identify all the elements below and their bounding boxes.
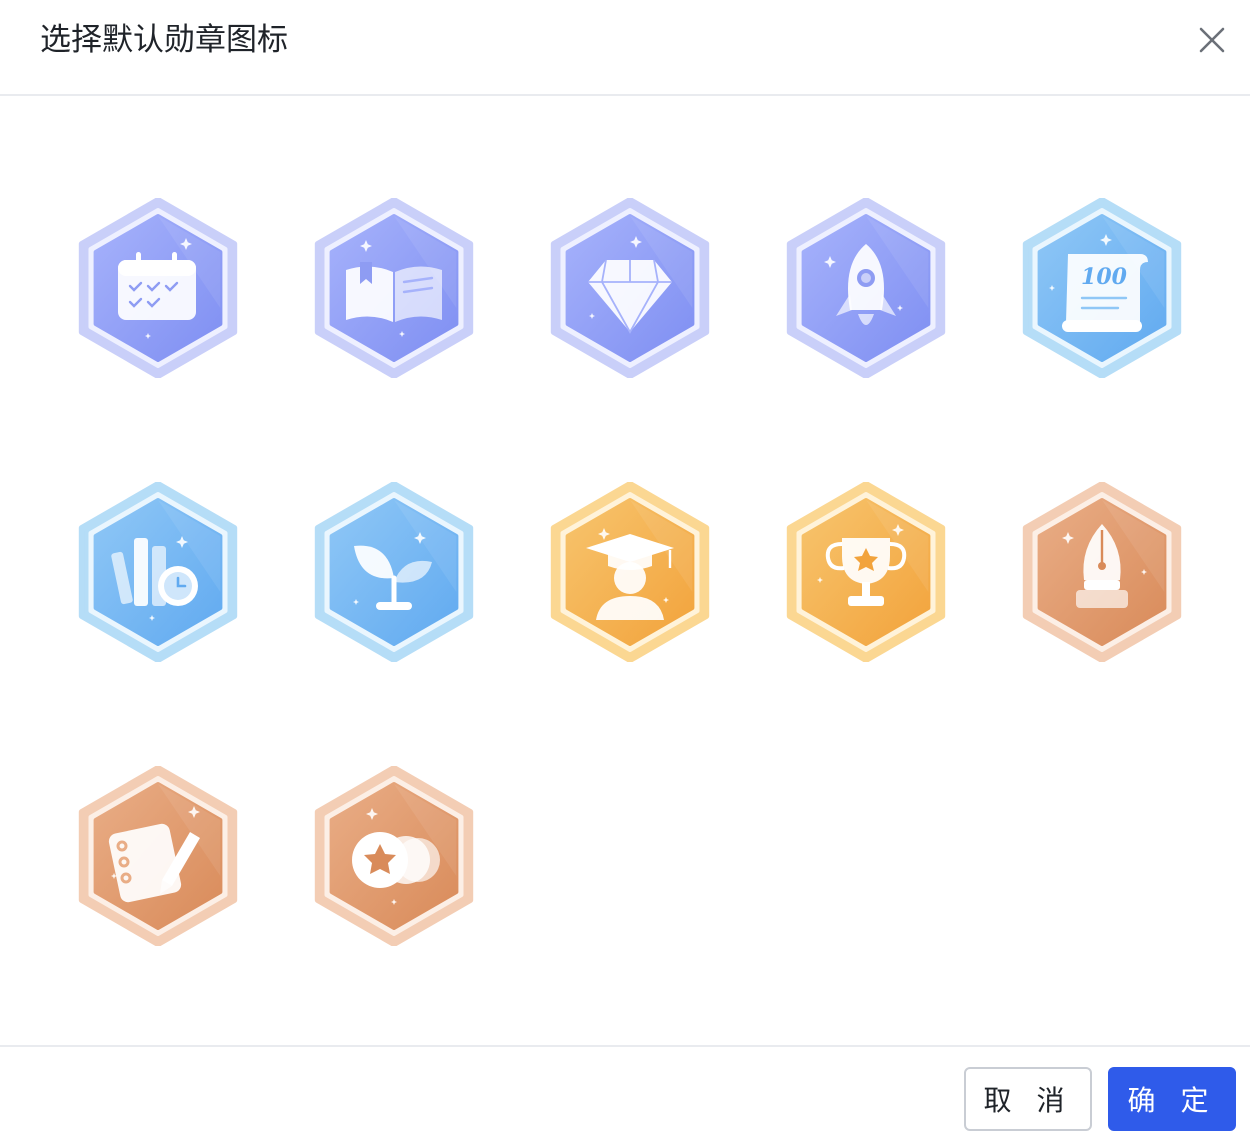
rocket-icon [786,198,946,378]
star-coins-icon [314,766,474,946]
cancel-button[interactable]: 取 消 [964,1067,1092,1131]
sprout-icon [314,482,474,662]
dialog-header: 选择默认勋章图标 [0,0,1250,96]
badge-trophy[interactable] [786,482,946,662]
badge-star-coins[interactable] [314,766,474,946]
scroll-100-icon: 100 [1022,198,1182,378]
badge-picker-dialog: 选择默认勋章图标 100 取 消 确 定 [0,0,1250,1144]
badge-calendar[interactable] [78,198,238,378]
badge-rocket[interactable] [786,198,946,378]
close-button[interactable] [1190,20,1234,60]
badge-scroll-100[interactable]: 100 [1022,198,1182,378]
badge-graduate[interactable] [550,482,710,662]
diamond-icon [550,198,710,378]
badge-sprout[interactable] [314,482,474,662]
books-clock-icon [78,482,238,662]
badge-books-clock[interactable] [78,482,238,662]
badge-notebook-pencil[interactable] [78,766,238,946]
badge-grid: 100 [0,96,1250,1046]
fountain-pen-icon [1022,482,1182,662]
calendar-icon [78,198,238,378]
dialog-title: 选择默认勋章图标 [40,22,288,58]
book-icon [314,198,474,378]
confirm-button[interactable]: 确 定 [1108,1067,1236,1131]
badge-diamond[interactable] [550,198,710,378]
graduate-icon [550,482,710,662]
close-icon [1199,27,1225,53]
badge-fountain-pen[interactable] [1022,482,1182,662]
scroll-100-label: 100 [1081,264,1128,290]
dialog-footer: 取 消 确 定 [0,1045,1250,1144]
trophy-icon [786,482,946,662]
badge-book[interactable] [314,198,474,378]
notebook-pencil-icon [78,766,238,946]
